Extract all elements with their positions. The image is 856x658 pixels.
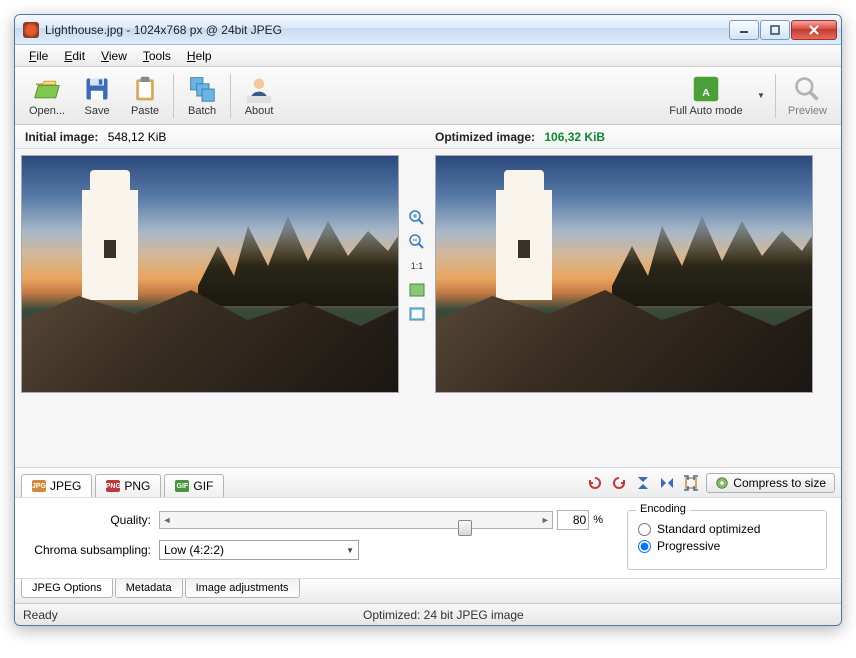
options-panel: Quality: ◄ ► % Chroma subsampling: Low (… <box>15 497 841 579</box>
chroma-label: Chroma subsampling: <box>29 543 159 557</box>
encoding-group: Encoding Standard optimized Progressive <box>627 510 827 570</box>
percent-label: % <box>593 514 603 526</box>
flip-horizontal-icon[interactable] <box>658 474 676 492</box>
person-icon <box>245 75 273 103</box>
menu-edit[interactable]: Edit <box>56 47 93 65</box>
view-tools: 1:1 <box>403 155 431 461</box>
save-button[interactable]: Save <box>73 71 121 121</box>
batch-icon <box>188 75 216 103</box>
separator <box>173 74 174 118</box>
menu-tools[interactable]: Tools <box>135 47 179 65</box>
slider-right-arrow[interactable]: ► <box>538 515 552 525</box>
batch-button[interactable]: Batch <box>178 71 226 121</box>
tab-metadata[interactable]: Metadata <box>115 579 183 598</box>
rotate-cw-icon[interactable] <box>610 474 628 492</box>
menu-file[interactable]: File <box>21 47 56 65</box>
optimized-size-value: 106,32 KiB <box>544 130 605 144</box>
auto-mode-dropdown[interactable]: ▼ <box>751 91 771 100</box>
encoding-progressive-radio[interactable]: Progressive <box>638 539 816 553</box>
format-tab-strip: JPGJPEG PNGPNG GIFGIF Compress to size <box>15 467 841 497</box>
menubar: File Edit View Tools Help <box>15 45 841 67</box>
chevron-down-icon: ▼ <box>346 546 354 555</box>
chroma-select[interactable]: Low (4:2:2) ▼ <box>159 540 359 560</box>
encoding-legend: Encoding <box>636 503 690 515</box>
resize-icon[interactable] <box>682 474 700 492</box>
titlebar: Lighthouse.jpg - 1024x768 px @ 24bit JPE… <box>15 15 841 45</box>
status-ready: Ready <box>23 608 363 622</box>
initial-size-value: 548,12 KiB <box>108 130 167 144</box>
quality-input[interactable] <box>557 510 589 530</box>
tab-png[interactable]: PNGPNG <box>95 474 161 497</box>
slider-thumb[interactable] <box>458 520 472 536</box>
about-button[interactable]: About <box>235 71 283 121</box>
magnifier-icon <box>793 75 821 103</box>
tab-jpeg-options[interactable]: JPEG Options <box>21 579 113 598</box>
zoom-out-icon[interactable] <box>408 233 426 251</box>
compress-to-size-button[interactable]: Compress to size <box>706 473 835 493</box>
workspace: 1:1 <box>15 149 841 467</box>
auto-a-icon: A <box>692 75 720 103</box>
maximize-button[interactable] <box>760 20 790 40</box>
open-button[interactable]: Open... <box>21 71 73 121</box>
toolbar: Open... Save Paste Batch About A Full Au… <box>15 67 841 125</box>
floppy-icon <box>83 75 111 103</box>
sizes-bar: Initial image: 548,12 KiB Optimized imag… <box>15 125 841 149</box>
quality-label: Quality: <box>29 513 159 527</box>
zoom-1to1-button[interactable]: 1:1 <box>408 257 426 275</box>
minimize-button[interactable] <box>729 20 759 40</box>
tab-jpeg[interactable]: JPGJPEG <box>21 474 92 497</box>
svg-text:A: A <box>702 87 710 99</box>
window-controls <box>729 20 837 40</box>
statusbar: Ready Optimized: 24 bit JPEG image <box>15 603 841 625</box>
folder-open-icon <box>33 75 61 103</box>
menu-view[interactable]: View <box>93 47 135 65</box>
fit-window-icon[interactable] <box>408 281 426 299</box>
close-button[interactable] <box>791 20 837 40</box>
encoding-standard-radio[interactable]: Standard optimized <box>638 522 816 536</box>
slider-left-arrow[interactable]: ◄ <box>160 515 174 525</box>
quality-slider[interactable]: ◄ ► <box>159 511 553 529</box>
flip-vertical-icon[interactable] <box>634 474 652 492</box>
rotate-ccw-icon[interactable] <box>586 474 604 492</box>
separator <box>230 74 231 118</box>
tab-gif[interactable]: GIFGIF <box>164 474 224 497</box>
initial-size-label: Initial image: <box>25 130 98 144</box>
separator <box>775 74 776 118</box>
zoom-in-icon[interactable] <box>408 209 426 227</box>
status-optimized: Optimized: 24 bit JPEG image <box>363 608 524 622</box>
full-auto-mode-button[interactable]: A Full Auto mode <box>661 71 751 121</box>
window-title: Lighthouse.jpg - 1024x768 px @ 24bit JPE… <box>45 23 729 37</box>
gear-icon <box>715 476 729 490</box>
menu-help[interactable]: Help <box>179 47 220 65</box>
original-image-pane[interactable] <box>21 155 399 393</box>
options-tab-strip: JPEG Options Metadata Image adjustments <box>15 579 841 603</box>
fit-image-icon[interactable] <box>408 305 426 323</box>
clipboard-icon <box>131 75 159 103</box>
paste-button[interactable]: Paste <box>121 71 169 121</box>
optimized-size-label: Optimized image: <box>435 130 535 144</box>
tab-image-adjustments[interactable]: Image adjustments <box>185 579 300 598</box>
optimized-image-pane[interactable] <box>435 155 813 393</box>
preview-button[interactable]: Preview <box>780 71 835 121</box>
app-window: Lighthouse.jpg - 1024x768 px @ 24bit JPE… <box>14 14 842 626</box>
app-icon <box>23 22 39 38</box>
